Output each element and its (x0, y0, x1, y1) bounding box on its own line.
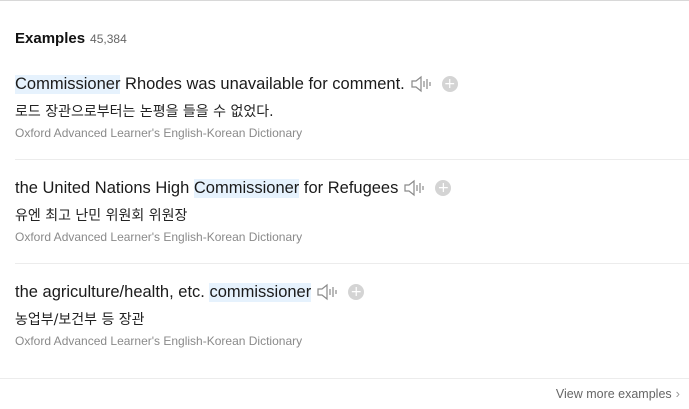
sentence-prefix: the agriculture/health, etc. (15, 282, 210, 301)
example-translation: 농업부/보건부 등 장관 (15, 312, 145, 328)
highlighted-term[interactable]: Commissioner (193, 178, 300, 198)
divider (15, 159, 689, 160)
example-sentence: the United Nations High Commissioner for… (15, 176, 689, 200)
examples-header: Examples 45,384 (15, 30, 127, 50)
example-sentence: the agriculture/health, etc. commissione… (15, 280, 689, 304)
sentence-prefix: the United Nations High (15, 178, 194, 197)
highlighted-term[interactable]: Commissioner (15, 74, 121, 94)
add-to-wordbook-icon[interactable]: + (348, 284, 365, 300)
examples-title: Examples (15, 30, 86, 47)
example-translation: 유엔 최고 난민 위원회 위원장 (15, 208, 188, 224)
divider (15, 263, 689, 264)
add-to-wordbook-icon[interactable]: + (441, 76, 458, 92)
speaker-icon[interactable] (403, 178, 425, 198)
view-more-examples-link[interactable]: View more examples › (556, 386, 680, 401)
example-item: the United Nations High Commissioner for… (15, 176, 689, 246)
view-more-label: View more examples (555, 386, 672, 401)
speaker-icon[interactable] (410, 74, 432, 94)
chevron-right-icon: › (675, 386, 680, 401)
example-sentence: Commissioner Rhodes was unavailable for … (15, 72, 689, 96)
bottom-border (0, 378, 689, 379)
highlighted-term[interactable]: commissioner (209, 282, 312, 302)
example-translation: 로드 장관으로부터는 논평을 들을 수 없었다. (15, 104, 274, 120)
sentence-suffix: for Refugees (299, 178, 399, 197)
sentence-suffix: Rhodes was unavailable for comment. (120, 74, 405, 93)
top-border (0, 0, 689, 1)
speaker-icon[interactable] (316, 282, 338, 302)
add-to-wordbook-icon[interactable]: + (435, 180, 452, 196)
example-source: Oxford Advanced Learner's English-Korean… (15, 126, 303, 140)
example-source: Oxford Advanced Learner's English-Korean… (15, 230, 303, 244)
example-item: the agriculture/health, etc. commissione… (15, 280, 689, 350)
example-item: Commissioner Rhodes was unavailable for … (15, 72, 689, 142)
example-source: Oxford Advanced Learner's English-Korean… (15, 334, 303, 348)
examples-count: 45,384 (90, 32, 127, 46)
